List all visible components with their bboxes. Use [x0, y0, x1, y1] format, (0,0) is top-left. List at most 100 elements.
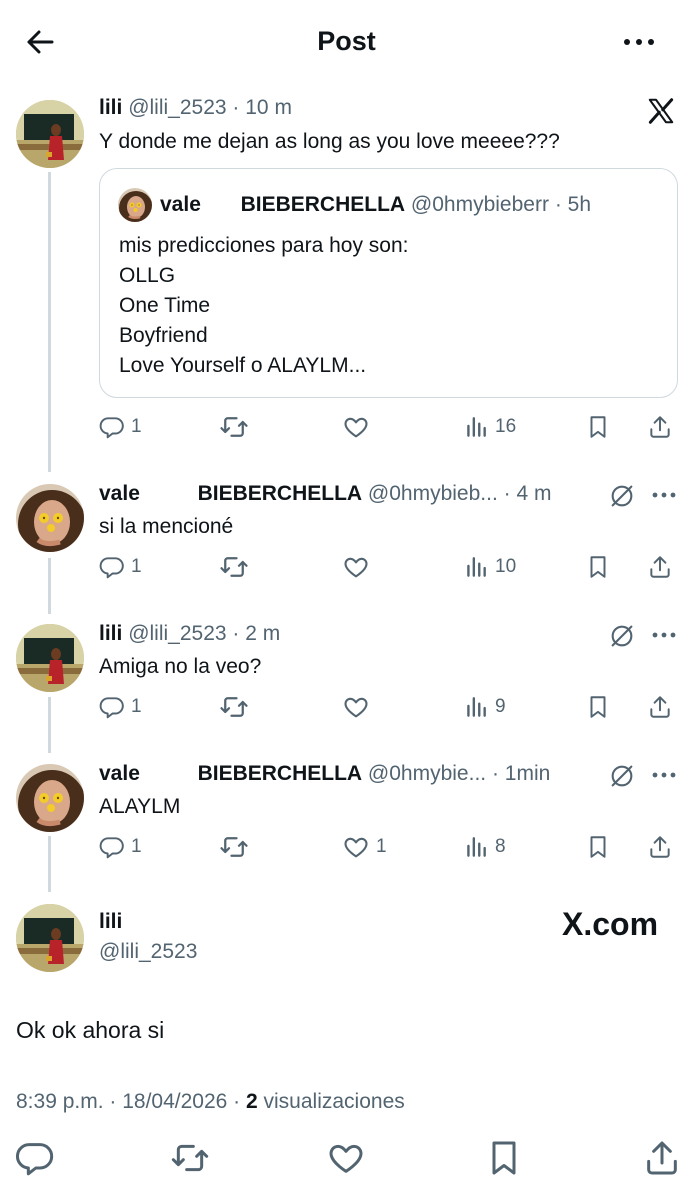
share-icon: [647, 414, 673, 440]
share-button[interactable]: [647, 830, 673, 864]
bookmark-button[interactable]: [585, 410, 611, 444]
display-name-alt[interactable]: BIEBERCHELLA: [198, 762, 363, 785]
timestamp: · 5h: [554, 193, 591, 216]
share-icon: [647, 554, 673, 580]
bookmark-button[interactable]: [585, 830, 611, 864]
display-name[interactable]: vale: [99, 762, 140, 785]
timestamp[interactable]: · 1min: [492, 762, 550, 785]
grok-icon[interactable]: [608, 622, 636, 650]
retweet-button[interactable]: [219, 830, 249, 864]
views-icon: [463, 694, 489, 720]
views-button[interactable]: 10: [463, 550, 516, 584]
avatar[interactable]: [16, 904, 84, 972]
retweet-icon: [219, 412, 249, 442]
grok-icon[interactable]: [608, 482, 636, 510]
views-button[interactable]: 16: [463, 410, 516, 444]
views-button[interactable]: 8: [463, 830, 506, 864]
timestamp[interactable]: · 10 m: [232, 96, 292, 119]
handle[interactable]: @lili_2523: [128, 96, 226, 119]
avatar[interactable]: [16, 624, 84, 692]
handle[interactable]: @lili_2523: [128, 622, 226, 645]
bookmark-button[interactable]: [585, 550, 611, 584]
retweet-icon[interactable]: [170, 1138, 210, 1178]
more-icon[interactable]: [652, 770, 676, 780]
like-button[interactable]: 1: [342, 830, 387, 864]
avatar[interactable]: [16, 100, 84, 168]
like-icon: [342, 833, 370, 861]
display-name[interactable]: vale: [99, 482, 140, 505]
share-button[interactable]: [647, 690, 673, 724]
reply-button[interactable]: 1: [99, 410, 142, 444]
like-icon: [342, 553, 370, 581]
post-meta: 8:39 p.m. · 18/04/2026 · 2 visualizacion…: [16, 1090, 405, 1114]
share-icon[interactable]: [642, 1138, 682, 1178]
reply-button[interactable]: 1: [99, 690, 142, 724]
reply-icon: [99, 554, 125, 580]
like-icon[interactable]: [326, 1138, 366, 1178]
retweet-button[interactable]: [219, 410, 249, 444]
thread-line: [48, 558, 51, 614]
like-button[interactable]: [342, 550, 370, 584]
post-author: vale BIEBERCHELLA @0hmybieb... · 4 m: [99, 482, 552, 506]
more-icon[interactable]: [621, 28, 657, 56]
quote-line: One Time: [119, 294, 211, 317]
views-button[interactable]: 9: [463, 690, 506, 724]
grok-icon[interactable]: [608, 762, 636, 790]
post-text: Ok ok ahora si: [16, 1017, 165, 1043]
reply-icon[interactable]: [15, 1138, 55, 1178]
share-button[interactable]: [647, 410, 673, 444]
more-icon[interactable]: [652, 490, 676, 500]
quoted-post[interactable]: vale BIEBERCHELLA @0hmybieberr · 5h mis …: [99, 168, 678, 398]
reply-button[interactable]: 1: [99, 830, 142, 864]
reply-icon: [99, 834, 125, 860]
views-label: visualizaciones: [263, 1090, 405, 1113]
views-icon: [463, 834, 489, 860]
retweet-icon: [219, 552, 249, 582]
share-icon: [647, 694, 673, 720]
action-bar: 1 16: [99, 410, 689, 444]
reply-icon: [99, 694, 125, 720]
display-name: vale: [160, 193, 201, 216]
bookmark-icon: [585, 694, 611, 720]
bookmark-button[interactable]: [585, 690, 611, 724]
thread-line: [48, 697, 51, 753]
share-icon: [647, 834, 673, 860]
display-name[interactable]: lili: [99, 96, 122, 119]
timestamp[interactable]: 8:39 p.m. · 18/04/2026 ·: [16, 1090, 240, 1113]
reply-button[interactable]: 1: [99, 550, 142, 584]
bookmark-icon[interactable]: [484, 1138, 524, 1178]
more-icon[interactable]: [652, 630, 676, 640]
like-button[interactable]: [342, 410, 370, 444]
timestamp[interactable]: · 4 m: [504, 482, 552, 505]
quote-text: mis predicciones para hoy son: OLLG One …: [119, 231, 408, 381]
action-bar: 1 10: [99, 550, 689, 584]
post-text: Amiga no la veo?: [99, 655, 262, 678]
like-button[interactable]: [342, 690, 370, 724]
avatar: [118, 188, 152, 222]
handle[interactable]: @lili_2523: [99, 940, 197, 964]
timestamp[interactable]: · 2 m: [232, 622, 280, 645]
bookmark-icon: [585, 834, 611, 860]
thread-line: [48, 172, 51, 472]
avatar[interactable]: [16, 484, 84, 552]
display-name-alt[interactable]: BIEBERCHELLA: [198, 482, 363, 505]
post-text: si la mencioné: [99, 515, 234, 538]
avatar[interactable]: [16, 764, 84, 832]
display-name[interactable]: lili: [99, 622, 122, 645]
views-icon: [463, 554, 489, 580]
reply-icon: [99, 414, 125, 440]
xcom-watermark: X.com: [562, 906, 659, 942]
retweet-icon: [219, 692, 249, 722]
handle[interactable]: @0hmybie...: [368, 762, 486, 785]
x-logo-icon: [648, 98, 674, 124]
handle: @0hmybieberr: [410, 193, 549, 216]
share-button[interactable]: [647, 550, 673, 584]
display-name[interactable]: lili: [99, 910, 122, 934]
post-text: Y donde me dejan as long as you love mee…: [99, 130, 560, 153]
thread-line: [48, 836, 51, 892]
post-author: vale BIEBERCHELLA @0hmybie... · 1min: [99, 762, 550, 786]
retweet-button[interactable]: [219, 550, 249, 584]
handle[interactable]: @0hmybieb...: [368, 482, 498, 505]
retweet-button[interactable]: [219, 690, 249, 724]
post-author: lili @lili_2523 · 10 m: [99, 96, 292, 120]
